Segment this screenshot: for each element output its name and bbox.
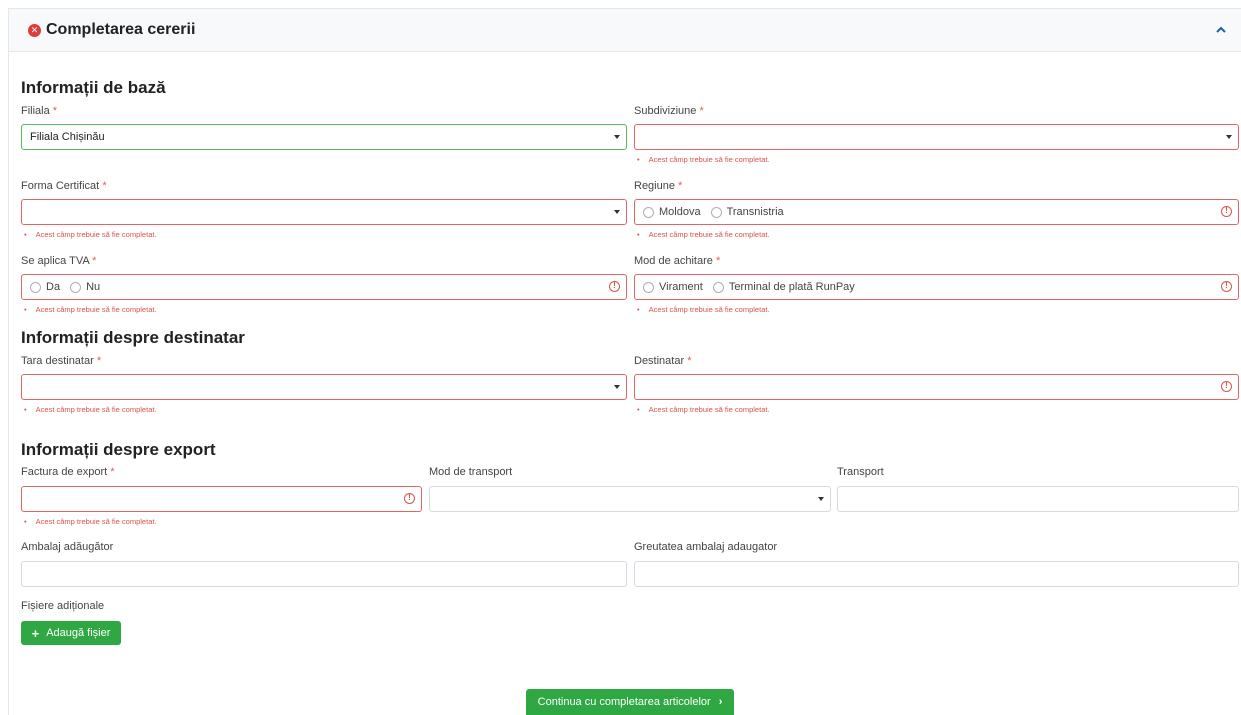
request-card: ✕ Completarea cererii [8, 8, 1241, 715]
ambalaj-input[interactable] [21, 561, 627, 587]
factura-export-error: Acest câmp trebuie să fie completat. [21, 517, 157, 526]
forma-certificat-error: Acest câmp trebuie să fie completat. [21, 230, 157, 239]
mod-transport-select[interactable] [429, 486, 831, 512]
warning-circle-icon: ! [1221, 381, 1232, 392]
filiala-value: Filiala Chișinău [30, 131, 105, 143]
mod-achitare-radio-group: Virament Terminal de plată RunPay ! [634, 274, 1239, 300]
mod-achitare-option-virament[interactable]: Virament [643, 281, 703, 293]
tva-error: Acest câmp trebuie să fie completat. [21, 305, 157, 314]
tva-label: Se aplica TVA * [21, 255, 97, 267]
tara-destinatar-error: Acest câmp trebuie să fie completat. [21, 405, 157, 414]
destinatar-label: Destinatar * [634, 355, 692, 367]
mod-achitare-option-runpay[interactable]: Terminal de plată RunPay [712, 281, 855, 293]
warning-circle-icon: ! [1221, 206, 1232, 217]
error-circle-icon: ✕ [28, 24, 41, 37]
transport-input[interactable] [837, 486, 1239, 512]
warning-circle-icon: ! [609, 281, 620, 292]
radio-icon [710, 206, 722, 218]
section-title-recipient: Informații despre destinatar [21, 328, 245, 347]
warning-circle-icon: ! [404, 493, 415, 504]
continue-button[interactable]: Continua cu completarea articolelor › [526, 689, 734, 715]
ambalaj-label: Ambalaj adăugător [21, 541, 114, 553]
card-header[interactable]: ✕ Completarea cererii [9, 9, 1241, 52]
caret-down-icon [614, 210, 620, 214]
filiala-label: Filiala * [21, 105, 58, 117]
regiune-label: Regiune * [634, 180, 683, 192]
radio-icon [70, 281, 82, 293]
radio-icon [643, 206, 654, 218]
section-title-basic: Informații de bază [21, 78, 166, 97]
factura-export-input[interactable]: ! [21, 486, 422, 512]
regiune-error: Acest câmp trebuie să fie completat. [634, 230, 770, 239]
mod-transport-label: Mod de transport [429, 466, 513, 478]
tva-radio-group: Da Nu ! [21, 274, 627, 300]
caret-down-icon [818, 497, 824, 501]
filiala-select[interactable]: Filiala Chișinău [21, 124, 627, 150]
warning-circle-icon: ! [1221, 281, 1232, 292]
destinatar-input[interactable]: ! [634, 374, 1239, 400]
chevron-up-icon[interactable] [1214, 23, 1228, 37]
destinatar-error: Acest câmp trebuie să fie completat. [634, 405, 770, 414]
plus-icon: + [31, 625, 40, 641]
fisiere-label: Fișiere adiționale [21, 600, 105, 612]
radio-icon [712, 281, 724, 293]
chevron-right-icon: › [718, 696, 723, 708]
greutate-input[interactable] [634, 561, 1239, 587]
add-file-button[interactable]: + Adaugă fișier [21, 621, 121, 645]
mod-achitare-error: Acest câmp trebuie să fie completat. [634, 305, 770, 314]
caret-down-icon [614, 135, 620, 139]
caret-down-icon [1226, 135, 1232, 139]
forma-certificat-label: Forma Certificat * [21, 180, 107, 192]
regiune-option-moldova[interactable]: Moldova [643, 206, 701, 218]
forma-certificat-select[interactable] [21, 199, 627, 225]
caret-down-icon [614, 385, 620, 389]
radio-icon [30, 281, 41, 293]
subdiviziune-select[interactable] [634, 124, 1239, 150]
tva-option-da[interactable]: Da [30, 281, 60, 293]
tva-option-nu[interactable]: Nu [70, 281, 100, 293]
card-title: Completarea cererii [46, 21, 196, 38]
regiune-radio-group: Moldova Transnistria ! [634, 199, 1239, 225]
transport-label: Transport [837, 466, 884, 478]
subdiviziune-label: Subdiviziune * [634, 105, 704, 117]
factura-export-label: Factura de export * [21, 466, 115, 478]
subdiviziune-error: Acest câmp trebuie să fie completat. [634, 155, 770, 164]
radio-icon [643, 281, 654, 293]
section-title-export: Informații despre export [21, 440, 216, 459]
tara-destinatar-select[interactable] [21, 374, 627, 400]
tara-destinatar-label: Tara destinatar * [21, 355, 102, 367]
greutate-label: Greutatea ambalaj adaugator [634, 541, 778, 553]
regiune-option-transnistria[interactable]: Transnistria [710, 206, 784, 218]
mod-achitare-label: Mod de achitare * [634, 255, 721, 267]
